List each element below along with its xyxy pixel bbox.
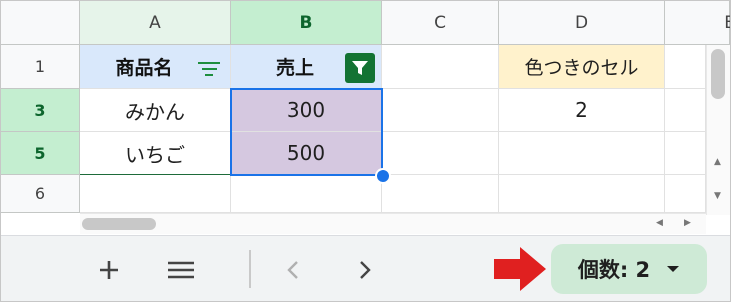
cell-d5[interactable] [499,132,665,175]
cell-a1[interactable]: 商品名 [80,45,231,89]
scroll-down-arrow-icon[interactable]: ▼ [714,191,721,201]
cell-e3[interactable] [665,89,706,132]
spreadsheet-window: A B C D E 1 商品名 売上 色つきのセル 3 みかん 300 2 5 [0,0,731,302]
add-sheet-icon[interactable] [91,252,127,288]
cell-c6[interactable] [382,175,499,213]
cell-a6[interactable] [80,175,231,213]
cell-c3[interactable] [382,89,499,132]
sheet-grid: A B C D E 1 商品名 売上 色つきのセル 3 みかん 300 2 5 [1,1,730,234]
cell-b1-text: 売上 [275,57,314,79]
count-summary-label: 個数: 2 [577,258,651,282]
cell-c5[interactable] [382,132,499,175]
select-all-corner[interactable] [1,1,80,45]
filter-lines-icon[interactable] [198,62,220,78]
filter-icon[interactable] [345,53,375,83]
vertical-scrollbar[interactable]: ▲ ▼ [706,45,730,215]
row-header-6[interactable]: 6 [1,175,80,213]
horizontal-scroll-thumb[interactable] [82,218,156,230]
cell-d6[interactable] [499,175,665,213]
row-header-5[interactable]: 5 [1,132,80,175]
cell-e5[interactable] [665,132,706,175]
cell-d1[interactable]: 色つきのセル [499,45,665,89]
cell-d3[interactable]: 2 [499,89,665,132]
cell-a3[interactable]: みかん [80,89,231,132]
cell-e6[interactable] [665,175,706,213]
prev-sheet-icon[interactable] [275,252,311,288]
arrow-icon [494,247,546,295]
column-header-e[interactable]: E [665,1,730,45]
selection-range [230,88,383,176]
cell-a1-text: 商品名 [115,57,173,79]
sheet-bar: 個数: 2 [1,235,730,301]
dropdown-icon [667,266,680,272]
fill-handle[interactable] [375,168,391,184]
count-summary-button[interactable]: 個数: 2 [551,244,707,294]
column-header-d[interactable]: D [499,1,665,45]
scroll-right-arrow-icon[interactable]: ▶ [684,218,691,228]
row-header-3[interactable]: 3 [1,89,80,132]
scroll-left-arrow-icon[interactable]: ◀ [656,218,663,228]
next-sheet-icon[interactable] [347,252,383,288]
cell-e1[interactable] [665,45,706,89]
cell-b6[interactable] [231,175,382,213]
cell-b1[interactable]: 売上 [231,45,382,89]
scroll-up-arrow-icon[interactable]: ▲ [714,157,721,167]
row-header-1[interactable]: 1 [1,45,80,89]
horizontal-scrollbar[interactable]: ◀ ▶ [80,213,706,234]
column-header-a[interactable]: A [80,1,231,45]
cell-a5[interactable]: いちご [80,132,231,175]
column-header-b[interactable]: B [231,1,382,45]
column-header-c[interactable]: C [382,1,499,45]
vertical-scroll-thumb[interactable] [711,49,725,99]
toolbar-divider [249,250,251,288]
column-header-e-label: E [724,13,730,33]
all-sheets-icon[interactable] [163,252,199,288]
cell-c1[interactable] [382,45,499,89]
